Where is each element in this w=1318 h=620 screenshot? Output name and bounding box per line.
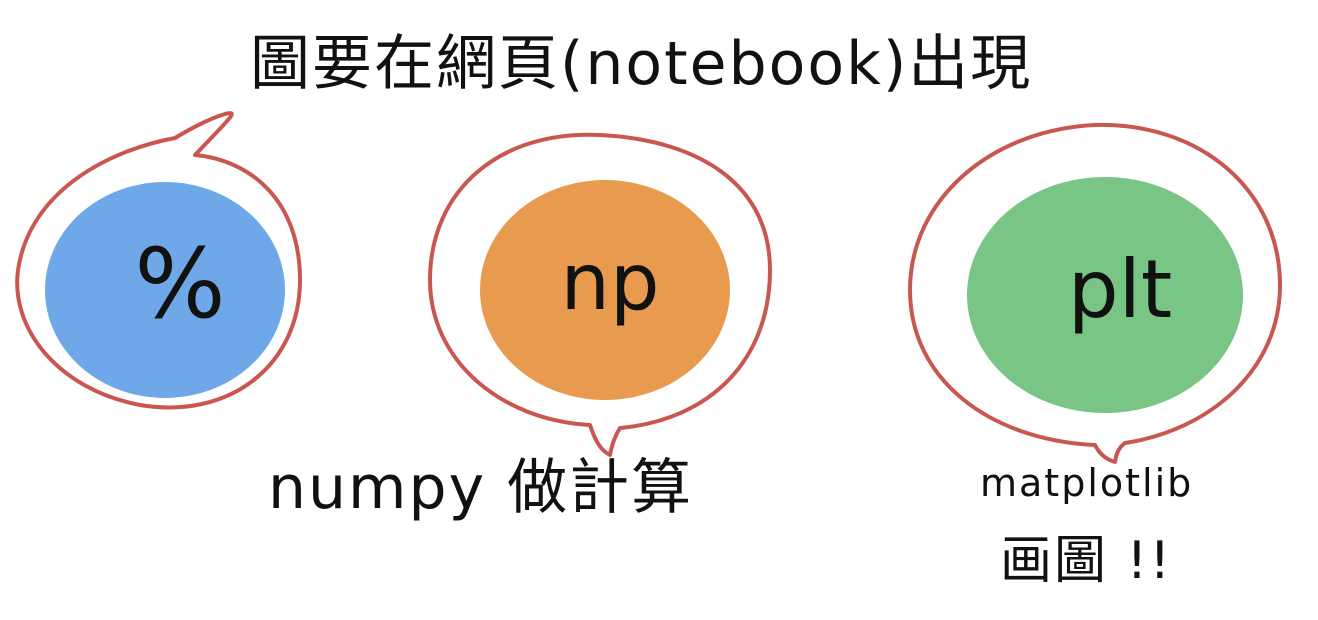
- np-bubble-label: np: [560, 238, 660, 328]
- matplotlib-caption-line1: matplotlib: [980, 461, 1194, 505]
- numpy-caption: numpy 做計算: [268, 453, 694, 523]
- matplotlib-caption-line2: 画圖 !!: [1000, 531, 1173, 591]
- top-caption: 圖要在網頁(notebook)出現: [250, 29, 1033, 99]
- percent-bubble-label: %: [134, 228, 226, 340]
- plt-bubble-label: plt: [1067, 243, 1173, 336]
